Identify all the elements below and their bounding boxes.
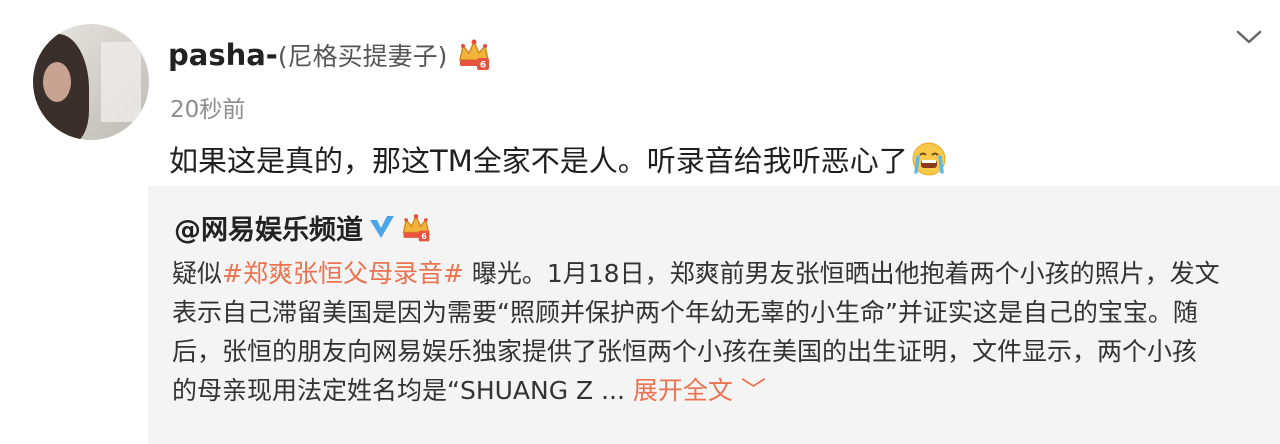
repost-card[interactable]: @网易娱乐频道 6 疑似#郑爽张恒父母录音# 曝光。1月18日，郑爽前男友张恒晒… [148,186,1280,444]
repost-line-text: 曝光。1月18日，郑爽前男友张恒晒出他抱着两个小孩的照片，发文 [463,259,1220,288]
repost-body: 疑似#郑爽张恒父母录音# 曝光。1月18日，郑爽前男友张恒晒出他抱着两个小孩的照… [172,254,1264,410]
comment-text: 如果这是真的，那这TM全家不是人。听录音给我听恶心了 [169,144,908,178]
repost-line: 的母亲现用法定姓名均是“SHUANG Z ... 展开全文 ﹀ [172,371,1264,410]
chevron-down-icon[interactable] [1236,29,1262,45]
repost-author[interactable]: @网易娱乐频道 6 [174,208,433,247]
expand-chevron-icon[interactable]: ﹀ [733,376,766,405]
post-comment: 如果这是真的，那这TM全家不是人。听录音给我听恶心了 [169,138,948,180]
repost-line-text: 的母亲现用法定姓名均是“SHUANG Z ... [172,376,633,405]
verified-v-icon [370,215,394,238]
svg-text:6: 6 [480,61,486,71]
svg-text:6: 6 [421,232,427,241]
repost-author-name[interactable]: @网易娱乐频道 [174,208,363,247]
repost-line: 疑似#郑爽张恒父母录音# 曝光。1月18日，郑爽前男友张恒晒出他抱着两个小孩的照… [172,254,1264,293]
username-remark: (尼格买提妻子) [277,42,448,71]
expand-full-text-link[interactable]: 展开全文 ﹀ [633,376,766,405]
repost-line: 表示自己滞留美国是因为需要“照顾并保护两个年幼无辜的小生命”并证实这是自己的宝宝… [172,293,1264,332]
avatar[interactable] [33,24,149,140]
post-menu-button[interactable] [1232,20,1266,54]
username[interactable]: pasha- [168,38,278,72]
repost-line-text: 表示自己滞留美国是因为需要“照顾并保护两个年幼无辜的小生命”并证实这是自己的宝宝… [172,298,1198,327]
crown-badge-icon[interactable]: 6 [455,36,493,74]
hashtag-link[interactable]: #郑爽张恒父母录音# [222,259,464,288]
repost-line: 后，张恒的朋友向网易娱乐独家提供了张恒两个小孩在美国的出生证明，文件显示，两个小… [172,332,1264,371]
repost-prefix: 疑似 [172,259,223,288]
crying-emoji-icon [912,142,946,176]
post-author[interactable]: pasha- (尼格买提妻子) 6 [168,36,493,74]
post-timestamp: 20秒前 [170,97,246,123]
repost-line-text: 后，张恒的朋友向网易娱乐独家提供了张恒两个小孩在美国的出生证明，文件显示，两个小… [172,337,1198,366]
crown-badge-icon[interactable]: 6 [399,211,433,245]
